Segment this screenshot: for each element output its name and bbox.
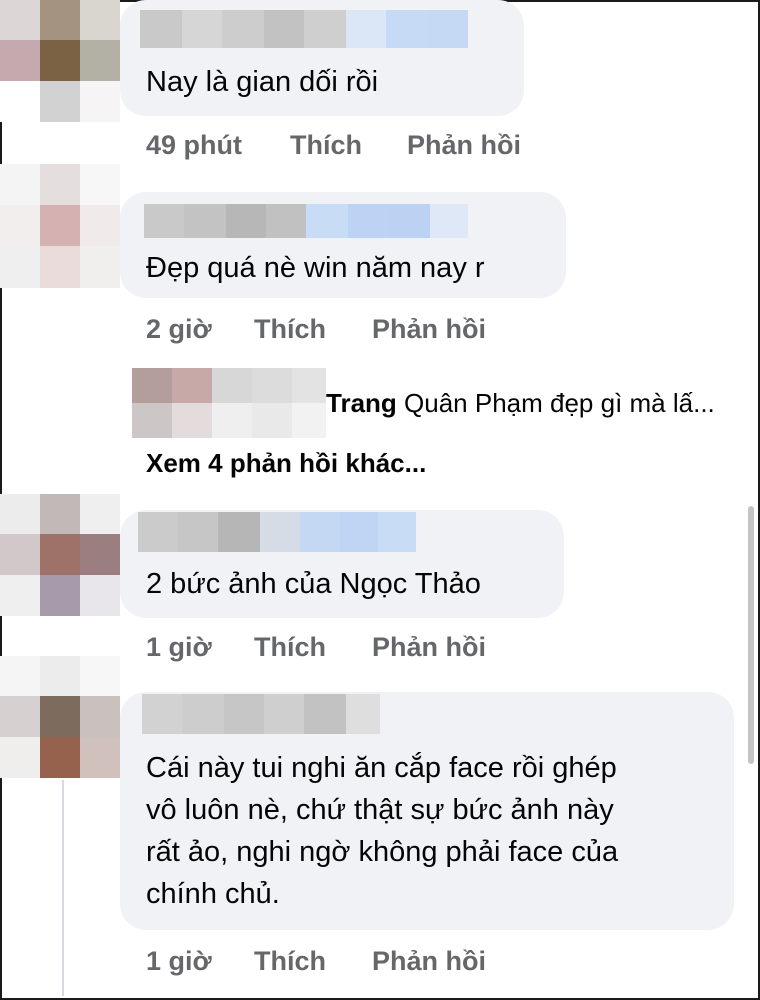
comment-text-line: chính chủ. (146, 878, 280, 910)
reply-button[interactable]: Phản hồi (372, 632, 486, 663)
avatar[interactable] (0, 656, 120, 778)
comment-time[interactable]: 1 giờ (146, 946, 212, 977)
comment-text: Đẹp quá nè win năm nay r (146, 252, 485, 284)
commenter-name-blurred[interactable] (140, 10, 468, 48)
comment-text: Nay là gian dối rồi (146, 66, 379, 98)
reply-preview[interactable]: Trang Quân Phạm đẹp gì mà lấ... (326, 388, 715, 419)
reply-avatar[interactable] (132, 368, 326, 438)
comment-text-line: rất ảo, nghi ngờ không phải face của (146, 836, 619, 868)
scrollbar-thumb[interactable] (748, 506, 754, 764)
comment-time[interactable]: 49 phút (146, 130, 242, 161)
avatar[interactable] (0, 164, 120, 288)
comment-text-line: Cái này tui nghi ăn cắp face rồi ghép (146, 752, 617, 784)
reply-button[interactable]: Phản hồi (372, 946, 486, 977)
commenter-name-blurred[interactable] (142, 694, 380, 734)
like-button[interactable]: Thích (290, 130, 362, 161)
reply-button[interactable]: Phản hồi (407, 130, 521, 161)
comment-text-line: vô luôn nè, chứ thật sự bức ảnh này (146, 794, 614, 826)
like-button[interactable]: Thích (254, 632, 326, 663)
thread-line (62, 780, 64, 996)
comment-text: 2 bức ảnh của Ngọc Thảo (146, 568, 481, 600)
reply-button[interactable]: Phản hồi (372, 314, 486, 345)
like-button[interactable]: Thích (254, 314, 326, 345)
avatar[interactable] (0, 0, 120, 122)
avatar[interactable] (0, 494, 120, 616)
comment-time[interactable]: 2 giờ (146, 314, 212, 345)
comment-time[interactable]: 1 giờ (146, 632, 212, 663)
view-more-replies-link[interactable]: Xem 4 phản hồi khác... (146, 448, 426, 479)
reply-preview-text: Quân Phạm đẹp gì mà lấ... (404, 388, 715, 418)
like-button[interactable]: Thích (254, 946, 326, 977)
commenter-name-blurred[interactable] (144, 204, 468, 238)
commenter-name-blurred[interactable] (138, 512, 416, 552)
reply-author-name[interactable]: Trang (326, 388, 397, 418)
